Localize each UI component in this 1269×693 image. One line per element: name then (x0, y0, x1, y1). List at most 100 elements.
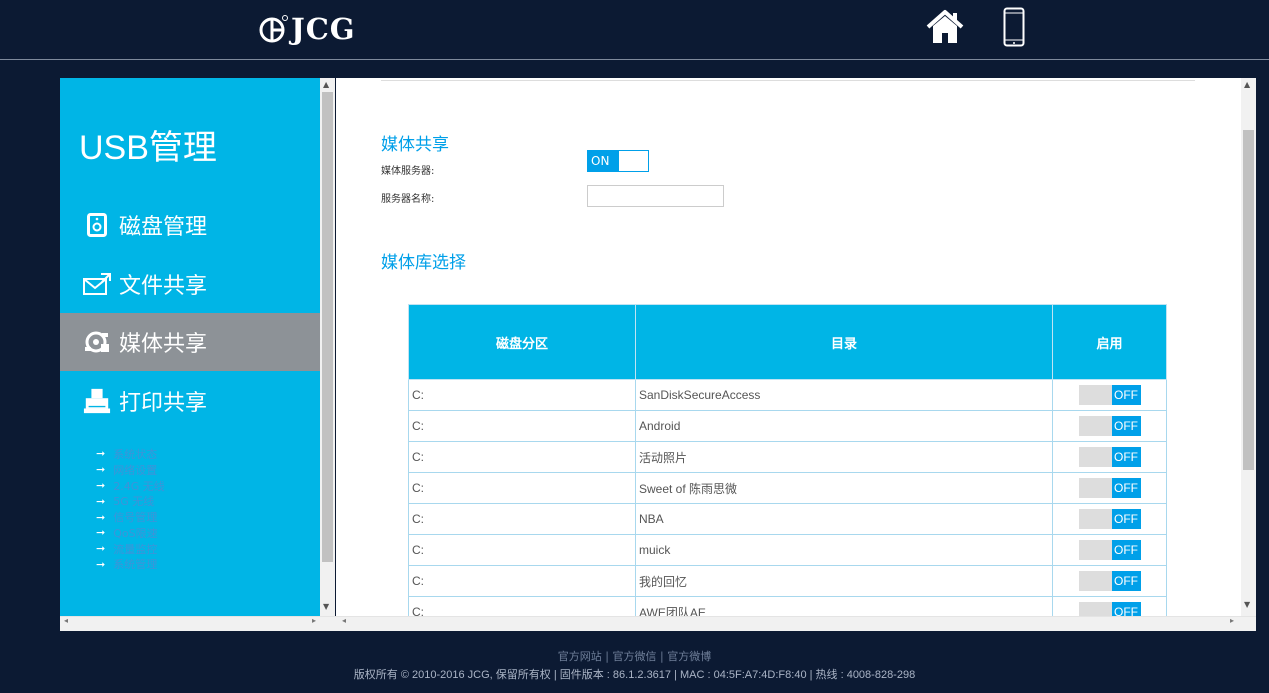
media-server-toggle[interactable]: ON (587, 150, 649, 172)
table-row: C: 活动照片 OFF (408, 441, 1167, 473)
media-icon (83, 328, 111, 356)
enable-toggle[interactable]: OFF (1078, 540, 1141, 560)
column-header-enabled: 启用 (1052, 304, 1167, 380)
sublink-signal-management[interactable]: ➞ 信号管理 (96, 509, 165, 525)
directory-cell: AWE团队AE (635, 596, 1053, 616)
header-divider (0, 59, 1269, 60)
server-name-input[interactable] (587, 185, 724, 207)
media-server-label: 媒体服务器: (381, 166, 435, 177)
enabled-cell: OFF (1052, 534, 1167, 566)
content-divider (381, 80, 1195, 81)
partition-cell: C: (408, 410, 636, 442)
sublink-system-status[interactable]: ➞ 系统状态 (96, 446, 165, 462)
enabled-cell: OFF (1052, 596, 1167, 616)
scroll-up-icon[interactable]: ▲ (323, 80, 329, 89)
main-content: 媒体共享 媒体服务器: ON 服务器名称: 媒体库选择 磁盘分区 目录 启用 C… (336, 78, 1241, 616)
table-row: C: Android OFF (408, 410, 1167, 442)
sidebar-item-label: 媒体共享 (119, 331, 208, 356)
arrow-right-icon: ➞ (96, 478, 106, 492)
sidebar-scrollbar-thumb[interactable] (322, 92, 333, 562)
arrow-right-icon: ➞ (96, 557, 106, 571)
footer-links: 官方网站 | 官方微信 | 官方微博 (557, 650, 712, 663)
horizontal-scrollbar[interactable] (60, 616, 1256, 631)
directory-cell: SanDiskSecureAccess (635, 379, 1053, 411)
scroll-left-icon[interactable]: ◂ (64, 616, 68, 625)
enabled-cell: OFF (1052, 379, 1167, 411)
enable-toggle[interactable]: OFF (1078, 571, 1141, 591)
directory-cell: muick (635, 534, 1053, 566)
enable-toggle[interactable]: OFF (1078, 447, 1141, 467)
sidebar-item-print-share[interactable]: 打印共享 (60, 372, 320, 430)
enable-toggle[interactable]: OFF (1078, 602, 1141, 616)
scroll-down-icon[interactable]: ▼ (323, 602, 329, 611)
scroll-right-icon[interactable]: ▸ (312, 616, 316, 625)
jcg-logo-icon (259, 15, 288, 43)
directory-cell: 我的回忆 (635, 565, 1053, 597)
partition-cell: C: (408, 596, 636, 616)
table-row: C: 我的回忆 OFF (408, 565, 1167, 597)
enable-toggle[interactable]: OFF (1078, 509, 1141, 529)
table-row: C: muick OFF (408, 534, 1167, 566)
arrow-right-icon: ➞ (96, 526, 106, 540)
table-row: C: AWE团队AE OFF (408, 596, 1167, 616)
directory-cell: Android (635, 410, 1053, 442)
sublink-wireless-5g[interactable]: ➞ 5G 无线 (96, 493, 165, 509)
mobile-icon[interactable] (1003, 7, 1025, 47)
partition-cell: C: (408, 534, 636, 566)
arrow-right-icon: ➞ (96, 510, 106, 524)
partition-cell: C: (408, 472, 636, 504)
partition-cell: C: (408, 441, 636, 473)
sublink-qos[interactable]: ➞ QoS限速 (96, 525, 165, 541)
table-header-row: 磁盘分区 目录 启用 (408, 304, 1167, 380)
disk-icon (83, 211, 111, 239)
enabled-cell: OFF (1052, 503, 1167, 535)
enabled-cell: OFF (1052, 565, 1167, 597)
sidebar-sublinks: ➞ 系统状态 ➞ 网络设置 ➞ 2.4G 无线 ➞ 5G 无线 ➞ 信号管理 ➞ QoS限速… (96, 446, 165, 572)
enabled-cell: OFF (1052, 441, 1167, 473)
arrow-right-icon: ➞ (96, 463, 106, 477)
footer-link-wechat[interactable]: 官方微信 (613, 650, 657, 663)
mail-icon (83, 270, 111, 298)
partition-cell: C: (408, 503, 636, 535)
table-row: C: SanDiskSecureAccess OFF (408, 379, 1167, 411)
brand-logo[interactable]: JCG (258, 11, 356, 47)
enable-toggle[interactable]: OFF (1078, 416, 1141, 436)
footer-copyright: 版权所有 © 2010-2016 JCG, 保留所有权 | 固件版本 : 86.… (353, 669, 916, 681)
media-library-title: 媒体库选择 (381, 253, 466, 272)
footer-link-weibo[interactable]: 官方微博 (667, 650, 711, 663)
home-icon[interactable] (926, 8, 964, 46)
enable-toggle[interactable]: OFF (1078, 385, 1141, 405)
top-header (0, 0, 1269, 58)
scroll-down-icon[interactable]: ▼ (1244, 600, 1250, 609)
media-share-title: 媒体共享 (381, 135, 449, 154)
directory-cell: 活动照片 (635, 441, 1053, 473)
sidebar-item-label: 文件共享 (119, 273, 208, 298)
column-header-directory: 目录 (635, 304, 1053, 380)
sublink-network-settings[interactable]: ➞ 网络设置 (96, 462, 165, 478)
arrow-right-icon: ➞ (96, 494, 106, 508)
sidebar-item-label: 打印共享 (119, 390, 208, 415)
sidebar-item-disk[interactable]: 磁盘管理 (60, 196, 320, 254)
scroll-right-icon[interactable]: ▸ (1230, 616, 1234, 625)
scroll-left-icon[interactable]: ◂ (342, 616, 346, 625)
server-name-label: 服务器名称: (381, 194, 435, 205)
column-header-partition: 磁盘分区 (408, 304, 636, 380)
enabled-cell: OFF (1052, 472, 1167, 504)
sublink-system-management[interactable]: ➞ 系统管理 (96, 557, 165, 573)
sidebar-item-media-share[interactable]: 媒体共享 (60, 313, 320, 371)
directory-cell: Sweet of 陈雨思微 (635, 472, 1053, 504)
usb-sidebar: USB管理 磁盘管理 文件共享 媒体共享 打印共享 ➞ 系统状态 ➞ 网络设置 ➞ 2… (60, 78, 320, 616)
toggle-on-label: ON (588, 151, 619, 171)
arrow-right-icon: ➞ (96, 542, 106, 556)
scroll-up-icon[interactable]: ▲ (1244, 80, 1250, 89)
printer-icon (83, 387, 111, 415)
partition-cell: C: (408, 379, 636, 411)
sidebar-item-file-share[interactable]: 文件共享 (60, 255, 320, 313)
sublink-wireless-24g[interactable]: ➞ 2.4G 无线 (96, 478, 165, 494)
table-row: C: NBA OFF (408, 503, 1167, 535)
sublink-traffic-monitor[interactable]: ➞ 流量监控 (96, 541, 165, 557)
enable-toggle[interactable]: OFF (1078, 478, 1141, 498)
footer-link-website[interactable]: 官方网站 (558, 650, 602, 663)
partition-cell: C: (408, 565, 636, 597)
content-scrollbar-thumb[interactable] (1243, 130, 1254, 470)
